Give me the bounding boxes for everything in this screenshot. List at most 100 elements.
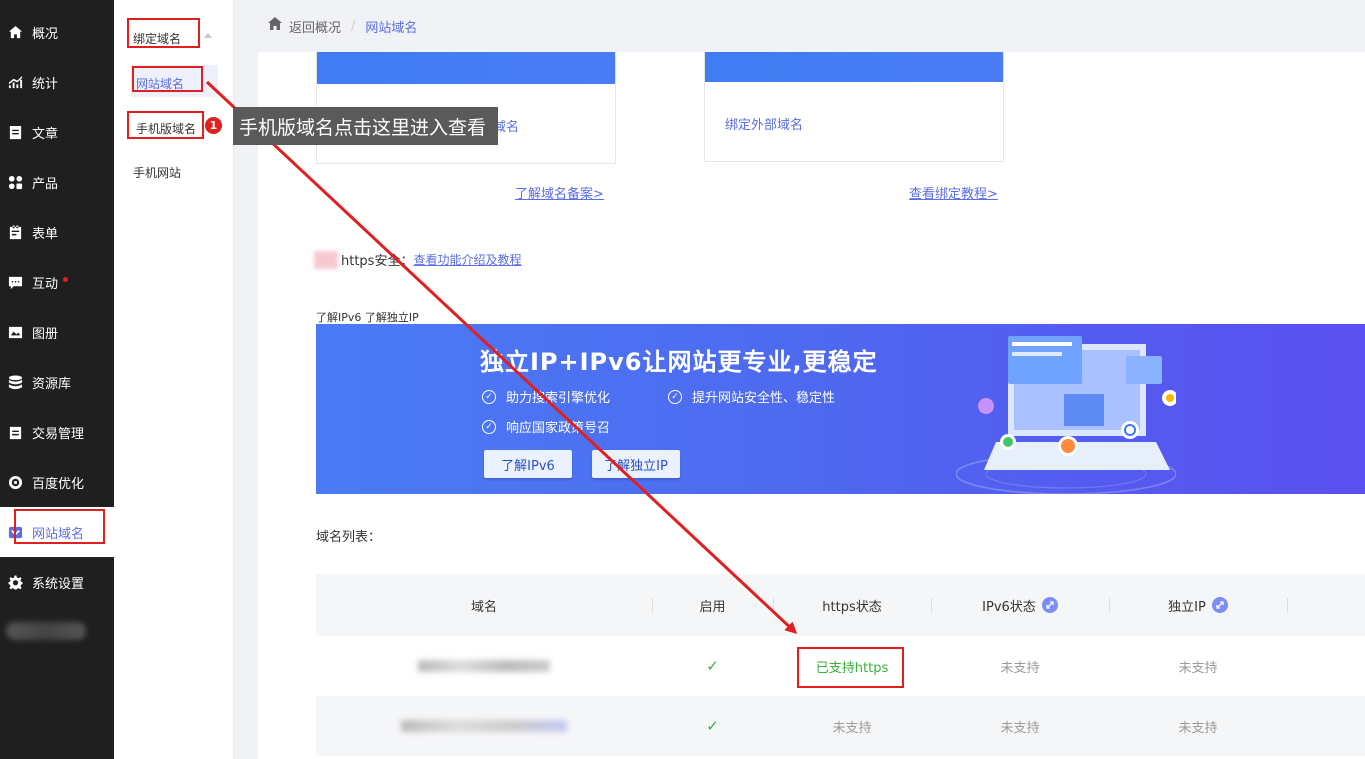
card-bind-external-text: 绑定外部域名 <box>725 118 804 133</box>
nav-label: 资源库 <box>32 376 72 392</box>
card-banner-image <box>705 52 1003 82</box>
secondary-menu: 绑定域名 网站域名 手机版域名 手机网站 <box>114 0 234 759</box>
form-icon <box>8 224 23 240</box>
nav-label: 图册 <box>32 326 59 342</box>
chat-icon <box>8 275 23 290</box>
promo-point-text: 提升网站安全性、稳定性 <box>692 391 836 406</box>
col-ipv6: IPv6状态 <box>931 574 1109 636</box>
nav-item-trade[interactable]: 交易管理 <box>0 407 114 457</box>
nav-label: 统计 <box>32 76 59 92</box>
submenu-item-mobile-site[interactable]: 手机网站 <box>133 164 181 181</box>
promo-point-text: 助力搜索引擎优化 <box>506 391 611 406</box>
help-link-icon[interactable] <box>1211 597 1228 613</box>
trade-icon <box>8 425 23 440</box>
enabled-cell: ✓ <box>652 696 773 756</box>
domain-icon <box>8 525 23 540</box>
step-badge: 1 <box>204 116 223 135</box>
column-divider <box>1287 598 1288 613</box>
nav-item-domain[interactable]: 网站域名 <box>0 507 114 557</box>
nav-label: 互动 <box>32 276 59 292</box>
domain-cell <box>316 696 652 756</box>
https-security-row: https安全： 查看功能介绍及教程 <box>314 250 521 269</box>
nav-item-overview[interactable]: 概况 <box>0 7 114 57</box>
card-bind-external-domain[interactable]: 绑定外部域名 <box>704 52 1004 162</box>
bind-tutorial-link[interactable]: 查看绑定教程> <box>909 183 998 202</box>
nav-item-interaction[interactable]: 互动 <box>0 257 114 307</box>
blurred-domain <box>418 660 550 672</box>
table-row[interactable]: ✓ 已支持https 未支持 未支持 <box>316 636 1365 696</box>
nav-label: 网站域名 <box>32 526 85 542</box>
breadcrumb-back-link[interactable]: 返回概况 <box>289 17 341 36</box>
annotation-tooltip: 手机版域名点击这里进入查看 <box>233 107 498 145</box>
check-circle-icon: ✓ <box>482 419 496 434</box>
col-dedicated-ip: 独立IP <box>1109 574 1287 636</box>
blurred-icon <box>314 250 338 269</box>
submenu-item-website-domain[interactable]: 网站域名 <box>136 75 184 92</box>
ipv6-promo-banner[interactable]: 独立IP+IPv6让网站更专业,更稳定 ✓ 助力搜索引擎优化 ✓ 提升网站安全性… <box>316 324 1365 494</box>
col-ipv6-label: IPv6状态 <box>982 599 1036 615</box>
domain-table: 域名 启用 https状态 IPv6状态 独立IP ✓ 已支持https 未支持… <box>316 574 1365 756</box>
nav-item-stats[interactable]: 统计 <box>0 57 114 107</box>
album-icon <box>8 325 23 340</box>
nav-item-articles[interactable]: 文章 <box>0 107 114 157</box>
database-icon <box>8 374 23 390</box>
nav-item-forms[interactable]: 表单 <box>0 207 114 257</box>
https-tutorial-link[interactable]: 查看功能介绍及教程 <box>413 251 521 268</box>
learn-ipv6-ip-text[interactable]: 了解IPv6 了解独立IP <box>316 309 419 325</box>
home-icon <box>8 25 23 40</box>
user-account-blurred[interactable] <box>6 622 86 640</box>
learn-ipv6-button[interactable]: 了解IPv6 <box>484 450 572 478</box>
table-header: 域名 启用 https状态 IPv6状态 独立IP <box>316 574 1365 636</box>
ipv6-status-cell: 未支持 <box>1000 660 1040 676</box>
https-label: https安全： <box>341 254 414 269</box>
caret-up-icon[interactable] <box>204 33 212 38</box>
main-sidebar: 概况 统计 文章 产品 表单 互动 图册 资源库 交易管理 百度优化 网站域名 <box>0 0 114 759</box>
seo-icon <box>8 475 23 490</box>
laptop-illustration <box>956 336 1176 494</box>
col-ip-label: 独立IP <box>1168 599 1206 615</box>
learn-domain-filing-link[interactable]: 了解域名备案> <box>515 183 604 202</box>
ip-status-cell: 未支持 <box>1178 660 1218 676</box>
nav-item-seo[interactable]: 百度优化 <box>0 457 114 507</box>
promo-point: ✓ 助力搜索引擎优化 <box>482 387 610 406</box>
nav-item-settings[interactable]: 系统设置 <box>0 557 114 607</box>
check-circle-icon: ✓ <box>482 389 496 404</box>
check-icon: ✓ <box>706 717 719 735</box>
breadcrumb: 返回概况 / 网站域名 <box>234 0 1365 52</box>
stats-icon <box>8 75 23 90</box>
col-enabled: 启用 <box>699 599 726 615</box>
nav-label: 产品 <box>32 176 59 192</box>
gear-icon <box>8 574 23 590</box>
enabled-cell: ✓ <box>652 636 773 696</box>
notification-dot <box>63 277 68 282</box>
learn-dedicated-ip-button[interactable]: 了解独立IP <box>592 450 680 478</box>
nav-label: 概况 <box>32 26 59 42</box>
help-link-icon[interactable] <box>1041 597 1058 613</box>
nav-item-album[interactable]: 图册 <box>0 307 114 357</box>
card-banner-image <box>317 52 615 84</box>
domain-list-title: 域名列表： <box>316 530 382 545</box>
breadcrumb-separator: / <box>351 18 356 34</box>
table-row[interactable]: ✓ 未支持 未支持 未支持 <box>316 696 1365 756</box>
article-icon <box>8 125 23 140</box>
breadcrumb-current: 网站域名 <box>365 20 418 36</box>
promo-title: 独立IP+IPv6让网站更专业,更稳定 <box>480 348 878 376</box>
check-circle-icon: ✓ <box>668 389 682 404</box>
ipv6-status-cell: 未支持 <box>1000 720 1040 736</box>
nav-label: 百度优化 <box>32 476 85 492</box>
submenu-group-bind-domain[interactable]: 绑定域名 <box>133 30 181 47</box>
promo-point: ✓ 提升网站安全性、稳定性 <box>668 387 835 406</box>
submenu-item-mobile-domain[interactable]: 手机版域名 <box>136 120 196 137</box>
blurred-domain <box>401 720 567 732</box>
promo-point: ✓ 响应国家政策号召 <box>482 417 610 436</box>
nav-label: 表单 <box>32 226 59 242</box>
nav-item-products[interactable]: 产品 <box>0 157 114 207</box>
https-status-cell: 未支持 <box>832 720 872 736</box>
nav-label: 系统设置 <box>32 576 85 592</box>
home-icon[interactable] <box>267 16 283 36</box>
nav-item-resources[interactable]: 资源库 <box>0 357 114 407</box>
col-domain: 域名 <box>470 599 497 615</box>
check-icon: ✓ <box>706 657 719 675</box>
domain-cell <box>316 636 652 696</box>
main-content: 域名 了解域名备案> 绑定外部域名 查看绑定教程> https安全： 查看功能介… <box>258 52 1365 759</box>
